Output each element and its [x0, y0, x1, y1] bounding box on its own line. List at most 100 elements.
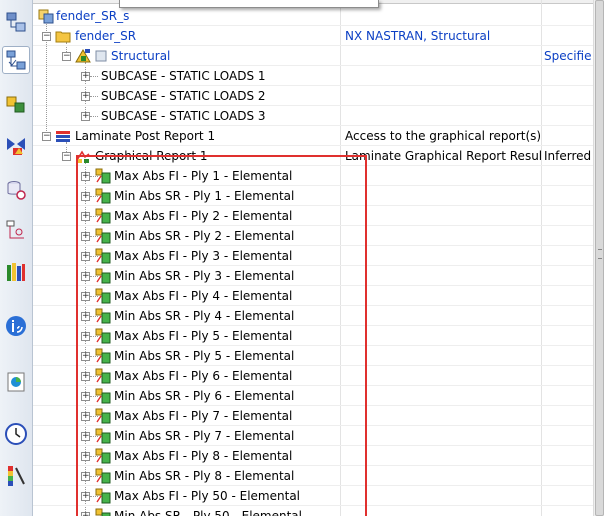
- tree-node-result[interactable]: + Min Abs SR - Ply 5 - Elemental: [33, 346, 593, 366]
- node-label: Max Abs FI - Ply 3 - Elemental: [114, 249, 293, 263]
- collapse-toggle[interactable]: −: [42, 32, 51, 41]
- assembly-navigator-icon[interactable]: [2, 8, 30, 36]
- tree-node-result[interactable]: + Max Abs FI - Ply 2 - Elemental: [33, 206, 593, 226]
- node-label: Min Abs SR - Ply 50 - Elemental: [114, 509, 302, 516]
- tree-node-root[interactable]: fender_SR_s: [33, 6, 593, 26]
- node-label: Max Abs FI - Ply 8 - Elemental: [114, 449, 293, 463]
- result-icon: [95, 508, 111, 516]
- tree-node-result[interactable]: + Min Abs SR - Ply 1 - Elemental: [33, 186, 593, 206]
- expand-toggle[interactable]: +: [81, 292, 90, 301]
- tree-node-result[interactable]: + Min Abs SR - Ply 50 - Elemental: [33, 506, 593, 516]
- color-bar-icon[interactable]: [2, 462, 30, 490]
- result-icon: [95, 348, 111, 364]
- expand-toggle[interactable]: +: [81, 272, 90, 281]
- tree-node-subcase[interactable]: + SUBCASE - STATIC LOADS 1: [33, 66, 593, 86]
- node-label: Max Abs FI - Ply 2 - Elemental: [114, 209, 293, 223]
- expand-toggle[interactable]: +: [81, 112, 90, 121]
- tree-line: [90, 96, 98, 97]
- expand-toggle[interactable]: +: [81, 92, 90, 101]
- node-label: Min Abs SR - Ply 3 - Elemental: [114, 269, 295, 283]
- expand-toggle[interactable]: +: [81, 72, 90, 81]
- tree-node-solution[interactable]: − Structural Specifie: [33, 46, 593, 66]
- node-label: fender_SR_s: [56, 9, 130, 23]
- tree-node-result[interactable]: + Min Abs SR - Ply 2 - Elemental: [33, 226, 593, 246]
- node-label: Max Abs FI - Ply 5 - Elemental: [114, 329, 293, 343]
- result-icon: [95, 248, 111, 264]
- node-description: NX NASTRAN, Structural: [345, 29, 491, 43]
- expand-toggle[interactable]: +: [81, 452, 90, 461]
- expand-toggle[interactable]: +: [81, 232, 90, 241]
- expand-toggle[interactable]: +: [81, 432, 90, 441]
- expand-toggle[interactable]: +: [81, 212, 90, 221]
- tree-node-result[interactable]: + Max Abs FI - Ply 8 - Elemental: [33, 446, 593, 466]
- laminate-report-icon: [55, 128, 71, 144]
- node-label: Min Abs SR - Ply 6 - Elemental: [114, 389, 295, 403]
- node-label: SUBCASE - STATIC LOADS 1: [101, 69, 266, 83]
- tree-node-result[interactable]: + Max Abs FI - Ply 7 - Elemental: [33, 406, 593, 426]
- history-icon[interactable]: [2, 216, 30, 244]
- sim-file-icon: [38, 8, 54, 24]
- expand-toggle[interactable]: +: [81, 332, 90, 341]
- result-icon: [95, 368, 111, 384]
- tree-node-result[interactable]: + Min Abs SR - Ply 8 - Elemental: [33, 466, 593, 486]
- collapse-toggle[interactable]: −: [62, 152, 71, 161]
- result-icon: [95, 188, 111, 204]
- tree-node-result[interactable]: + Min Abs SR - Ply 4 - Elemental: [33, 306, 593, 326]
- expand-toggle[interactable]: +: [81, 472, 90, 481]
- scrollbar-thumb[interactable]: [595, 0, 604, 516]
- result-icon: [95, 268, 111, 284]
- tree-node-result[interactable]: + Min Abs SR - Ply 3 - Elemental: [33, 266, 593, 286]
- node-label: Min Abs SR - Ply 2 - Elemental: [114, 229, 295, 243]
- node-label: SUBCASE - STATIC LOADS 3: [101, 109, 266, 123]
- expand-toggle[interactable]: +: [81, 192, 90, 201]
- clock-icon[interactable]: [2, 420, 30, 448]
- vertical-scrollbar[interactable]: [593, 0, 604, 516]
- expand-toggle[interactable]: +: [81, 392, 90, 401]
- result-icon: [95, 208, 111, 224]
- collapse-toggle[interactable]: −: [62, 52, 71, 61]
- constraint-navigator-icon[interactable]: [2, 46, 30, 74]
- expand-toggle[interactable]: +: [81, 252, 90, 261]
- folder-icon: [55, 28, 71, 44]
- expand-toggle[interactable]: +: [81, 352, 90, 361]
- result-icon: [95, 308, 111, 324]
- node-label: Laminate Post Report 1: [75, 129, 216, 143]
- tooltip-popup: [119, 0, 379, 8]
- part-navigator-icon[interactable]: [2, 90, 30, 118]
- tree-node-simulation[interactable]: − fender_SR NX NASTRAN, Structural: [33, 26, 593, 46]
- tree-node-result[interactable]: + Max Abs FI - Ply 4 - Elemental: [33, 286, 593, 306]
- tree-node-subcase[interactable]: + SUBCASE - STATIC LOADS 3: [33, 106, 593, 126]
- node-label: Max Abs FI - Ply 1 - Elemental: [114, 169, 293, 183]
- palette-icon[interactable]: [2, 368, 30, 396]
- tree-node-result[interactable]: + Max Abs FI - Ply 50 - Elemental: [33, 486, 593, 506]
- node-label: Max Abs FI - Ply 7 - Elemental: [114, 409, 293, 423]
- tree-node-result[interactable]: + Max Abs FI - Ply 6 - Elemental: [33, 366, 593, 386]
- simulation-navigator-icon[interactable]: [2, 176, 30, 204]
- web-browser-icon[interactable]: [2, 312, 30, 340]
- tree-node-laminate-report[interactable]: − Laminate Post Report 1 Access to the g…: [33, 126, 593, 146]
- result-icon: [95, 468, 111, 484]
- expand-toggle[interactable]: +: [81, 172, 90, 181]
- tree-node-result[interactable]: + Max Abs FI - Ply 5 - Elemental: [33, 326, 593, 346]
- node-label: Structural: [111, 49, 171, 63]
- tree-node-result[interactable]: + Min Abs SR - Ply 7 - Elemental: [33, 426, 593, 446]
- tree-node-graphical-report[interactable]: − Graphical Report 1 Laminate Graphical …: [33, 146, 593, 166]
- tree-node-result[interactable]: + Max Abs FI - Ply 1 - Elemental: [33, 166, 593, 186]
- expand-toggle[interactable]: +: [81, 492, 90, 501]
- node-label: fender_SR: [75, 29, 137, 43]
- expand-toggle[interactable]: +: [81, 412, 90, 421]
- tree-node-result[interactable]: + Min Abs SR - Ply 6 - Elemental: [33, 386, 593, 406]
- node-label: SUBCASE - STATIC LOADS 2: [101, 89, 266, 103]
- collapse-toggle[interactable]: −: [42, 132, 51, 141]
- tree-node-subcase[interactable]: + SUBCASE - STATIC LOADS 2: [33, 86, 593, 106]
- node-label: Max Abs FI - Ply 6 - Elemental: [114, 369, 293, 383]
- resource-bar: [0, 0, 33, 516]
- reuse-library-icon[interactable]: [2, 132, 30, 160]
- expand-toggle[interactable]: +: [81, 312, 90, 321]
- tree-node-result[interactable]: + Max Abs FI - Ply 3 - Elemental: [33, 246, 593, 266]
- node-label: Max Abs FI - Ply 4 - Elemental: [114, 289, 293, 303]
- system-materials-icon[interactable]: [2, 258, 30, 286]
- result-icon: [95, 288, 111, 304]
- expand-toggle[interactable]: +: [81, 372, 90, 381]
- expand-toggle[interactable]: +: [81, 512, 90, 516]
